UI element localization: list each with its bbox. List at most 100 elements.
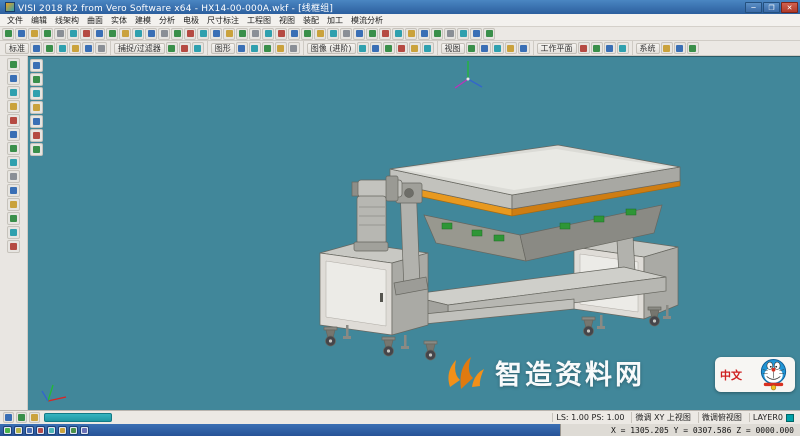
toolbar-icon[interactable]	[132, 28, 144, 40]
toolbar-icon[interactable]	[2, 28, 14, 40]
menu-item[interactable]: 实体	[107, 15, 131, 26]
toolbar-icon[interactable]	[145, 28, 157, 40]
toolbar-icon[interactable]	[7, 128, 20, 141]
toolbar-icon[interactable]	[492, 42, 504, 54]
toolbar-icon[interactable]	[687, 42, 699, 54]
toolbar-group-label[interactable]: 系统	[636, 43, 660, 54]
toolbar-group-label[interactable]: 图像 (进阶)	[307, 43, 356, 54]
toolbar-icon[interactable]	[661, 42, 673, 54]
toolbar-icon[interactable]	[275, 42, 287, 54]
toolbar-icon[interactable]	[249, 28, 261, 40]
quick-tool-icon[interactable]	[80, 426, 89, 435]
toolbar-icon[interactable]	[7, 156, 20, 169]
toolbar-icon[interactable]	[192, 42, 204, 54]
toolbar-icon[interactable]	[54, 28, 66, 40]
toolbar-icon[interactable]	[7, 170, 20, 183]
toolbar-icon[interactable]	[604, 42, 616, 54]
toolbar-icon[interactable]	[7, 226, 20, 239]
toolbar-icon[interactable]	[505, 42, 517, 54]
quick-tool-icon[interactable]	[69, 426, 78, 435]
toolbar-icon[interactable]	[30, 87, 43, 100]
view-field-a[interactable]: 微调 XY 上视图	[631, 412, 693, 423]
toolbar-icon[interactable]	[301, 28, 313, 40]
menu-item[interactable]: 工程图	[243, 15, 275, 26]
toolbar-icon[interactable]	[418, 28, 430, 40]
toolbar-icon[interactable]	[431, 28, 443, 40]
menu-item[interactable]: 尺寸标注	[203, 15, 243, 26]
toolbar-icon[interactable]	[30, 101, 43, 114]
toolbar-icon[interactable]	[7, 58, 20, 71]
toolbar-icon[interactable]	[457, 28, 469, 40]
toolbar-icon[interactable]	[179, 42, 191, 54]
toolbar-icon[interactable]	[327, 28, 339, 40]
view-field-b[interactable]: 微调俯视图	[698, 412, 745, 423]
language-card[interactable]: 中文	[715, 357, 795, 392]
close-button[interactable]: ✕	[781, 2, 798, 13]
layer-indicator[interactable]: LAYER0	[749, 413, 797, 422]
menu-item[interactable]: 分析	[155, 15, 179, 26]
toolbar-icon[interactable]	[30, 73, 43, 86]
toolbar-icon[interactable]	[223, 28, 235, 40]
toolbar-icon[interactable]	[106, 28, 118, 40]
toolbar-icon[interactable]	[409, 42, 421, 54]
toolbar-icon[interactable]	[236, 42, 248, 54]
toolbar-icon[interactable]	[184, 28, 196, 40]
toolbar-icon[interactable]	[483, 28, 495, 40]
toolbar-icon[interactable]	[591, 42, 603, 54]
quick-tool-icon[interactable]	[58, 426, 67, 435]
menu-item[interactable]: 线架构	[51, 15, 83, 26]
quick-tool-icon[interactable]	[36, 426, 45, 435]
toolbar-icon[interactable]	[479, 42, 491, 54]
menu-item[interactable]: 加工	[323, 15, 347, 26]
menu-item[interactable]: 编辑	[27, 15, 51, 26]
toolbar-icon[interactable]	[69, 42, 81, 54]
toolbar-icon[interactable]	[166, 42, 178, 54]
menu-item[interactable]: 视图	[275, 15, 299, 26]
toolbar-icon[interactable]	[30, 115, 43, 128]
toolbar-icon[interactable]	[379, 28, 391, 40]
status-tool-icon[interactable]	[16, 412, 27, 423]
toolbar-icon[interactable]	[7, 142, 20, 155]
toolbar-icon[interactable]	[30, 129, 43, 142]
toolbar-icon[interactable]	[7, 212, 20, 225]
toolbar-icon[interactable]	[7, 72, 20, 85]
toolbar-icon[interactable]	[249, 42, 261, 54]
toolbar-icon[interactable]	[357, 42, 369, 54]
toolbar-group-label[interactable]: 工作平面	[537, 43, 577, 54]
toolbar-icon[interactable]	[674, 42, 686, 54]
toolbar-icon[interactable]	[578, 42, 590, 54]
toolbar-icon[interactable]	[15, 28, 27, 40]
toolbar-icon[interactable]	[210, 28, 222, 40]
language-label[interactable]: 中文	[720, 367, 742, 383]
menu-item[interactable]: 模流分析	[347, 15, 387, 26]
menu-item[interactable]: 文件	[3, 15, 27, 26]
toolbar-icon[interactable]	[56, 42, 68, 54]
toolbar-group-label[interactable]: 图形	[211, 43, 235, 54]
toolbar-icon[interactable]	[405, 28, 417, 40]
toolbar-icon[interactable]	[340, 28, 352, 40]
viewport-canvas[interactable]	[28, 57, 800, 410]
toolbar-icon[interactable]	[43, 42, 55, 54]
toolbar-icon[interactable]	[93, 28, 105, 40]
quick-tool-icon[interactable]	[25, 426, 34, 435]
toolbar-group-label[interactable]: 捕捉/过滤器	[114, 43, 165, 54]
quick-tool-icon[interactable]	[47, 426, 56, 435]
toolbar-icon[interactable]	[383, 42, 395, 54]
toolbar-icon[interactable]	[67, 28, 79, 40]
toolbar-icon[interactable]	[353, 28, 365, 40]
toolbar-icon[interactable]	[41, 28, 53, 40]
toolbar-icon[interactable]	[392, 28, 404, 40]
toolbar-icon[interactable]	[7, 100, 20, 113]
toolbar-icon[interactable]	[30, 42, 42, 54]
toolbar-icon[interactable]	[95, 42, 107, 54]
menu-item[interactable]: 装配	[299, 15, 323, 26]
toolbar-icon[interactable]	[275, 28, 287, 40]
toolbar-icon[interactable]	[197, 28, 209, 40]
status-tool-icon[interactable]	[3, 412, 14, 423]
toolbar-icon[interactable]	[30, 143, 43, 156]
toolbar-icon[interactable]	[7, 198, 20, 211]
toolbar-icon[interactable]	[314, 28, 326, 40]
toolbar-icon[interactable]	[288, 28, 300, 40]
minimize-button[interactable]: ─	[745, 2, 762, 13]
toolbar-icon[interactable]	[7, 86, 20, 99]
